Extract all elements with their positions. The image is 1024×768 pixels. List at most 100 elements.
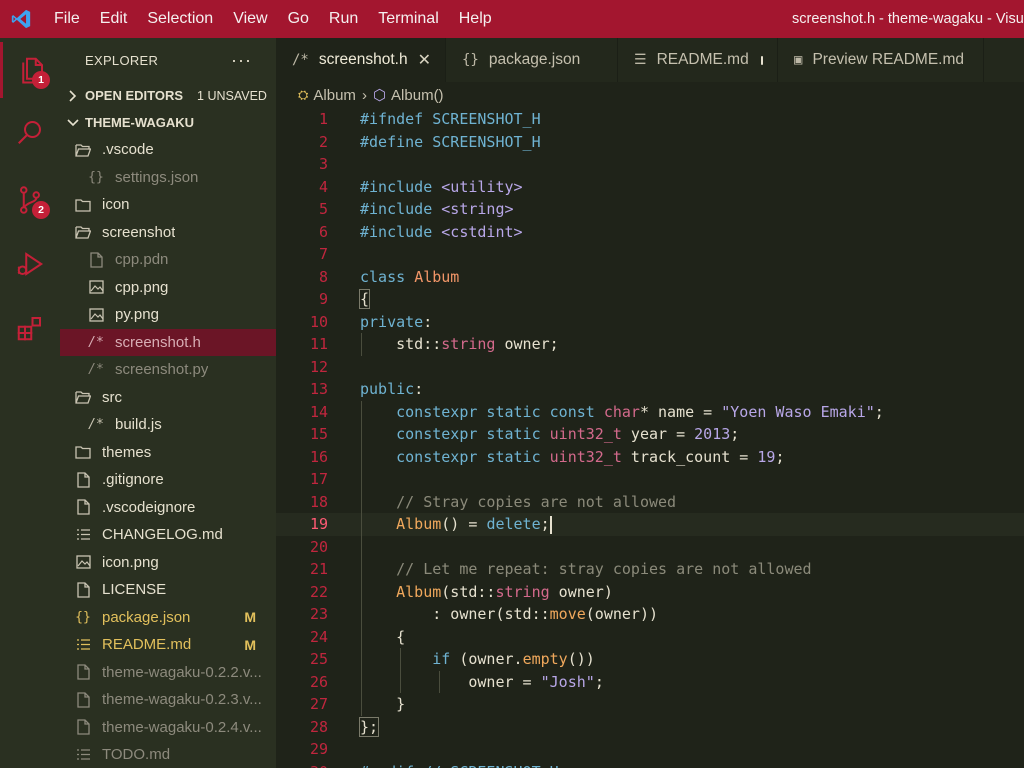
file-icon	[75, 472, 91, 488]
line-number: 13	[309, 380, 328, 398]
line-number: 12	[309, 357, 328, 376]
code-line: 13 public:	[276, 378, 1024, 401]
run-debug-activity[interactable]	[0, 236, 60, 292]
line-number: 21	[309, 560, 328, 578]
code-line: 18 // Stray copies are not allowed	[276, 490, 1024, 513]
code-line: 6 #include <cstdint>	[276, 221, 1024, 244]
close-icon[interactable]: ✕	[418, 50, 431, 70]
breadcrumb-class[interactable]: Album	[313, 87, 356, 104]
search-activity[interactable]	[0, 104, 60, 160]
tree-item-theme-wagaku-0-2-3-v[interactable]: theme-wagaku-0.2.3.v...	[60, 686, 276, 714]
tree-item-cpp-pdn[interactable]: cpp.pdn	[60, 246, 276, 274]
breadcrumb-separator-icon: ›	[361, 86, 367, 104]
tree-item-icon-png[interactable]: icon.png	[60, 549, 276, 577]
tree-item-license[interactable]: LICENSE	[60, 576, 276, 604]
tree-item-label: .vscodeignore	[102, 498, 196, 516]
menu-go[interactable]: Go	[278, 0, 319, 38]
tree-item-label: cpp.png	[115, 278, 169, 296]
code-token: <cstdint>	[441, 222, 523, 241]
tree-item--vscode[interactable]: .vscode	[60, 136, 276, 164]
code-token: <string>	[441, 200, 514, 218]
more-actions-icon[interactable]: ···	[231, 50, 252, 71]
line-number: 14	[309, 402, 328, 421]
source-control-badge: 2	[32, 201, 50, 219]
code-token: #endif // SCREENSHOT_H	[360, 763, 559, 768]
code-token: : owner(std::	[360, 605, 550, 623]
code-token: if	[432, 650, 451, 668]
line-number: 17	[309, 470, 328, 488]
code-token: ;	[540, 515, 550, 533]
tab-package-json[interactable]: {} package.json	[446, 38, 618, 82]
menu-selection[interactable]: Selection	[137, 0, 223, 38]
project-label: THEME-WAGAKU	[85, 115, 195, 130]
tree-item-settings-json[interactable]: {} settings.json	[60, 164, 276, 192]
tree-item--gitignore[interactable]: .gitignore	[60, 466, 276, 494]
menu-file[interactable]: File	[52, 0, 90, 38]
extensions-activity[interactable]	[0, 300, 60, 356]
line-number: 7	[318, 245, 328, 263]
tab-screenshot-h[interactable]: /* screenshot.h ✕	[276, 38, 446, 82]
menu-terminal[interactable]: Terminal	[368, 0, 448, 38]
tree-item-themes[interactable]: themes	[60, 439, 276, 467]
code-editor[interactable]: 1 #ifndef SCREENSHOT_H 2 #define SCREENSHOT…	[276, 108, 1024, 768]
code-line: 27 }	[276, 693, 1024, 716]
tree-item-label: screenshot.h	[115, 333, 201, 351]
unsaved-dot-icon[interactable]	[760, 55, 763, 65]
tree-item-screenshot[interactable]: screenshot	[60, 219, 276, 247]
code-text: #ifndef SCREENSHOT_H	[360, 108, 541, 131]
line-number: 11	[309, 335, 328, 353]
line-number: 27	[309, 695, 328, 713]
explorer-activity[interactable]: 1	[0, 42, 60, 98]
code-text: // Let me repeat: stray copies are not a…	[360, 558, 811, 581]
code-text: Album() = delete;	[360, 513, 552, 536]
tab-readme-md[interactable]: ☰ README.md	[618, 38, 778, 82]
code-line: 2 #define SCREENSHOT_H	[276, 131, 1024, 154]
code-text: class Album	[360, 266, 459, 289]
code-token: Album	[396, 515, 442, 533]
code-token: (owner.	[450, 650, 523, 668]
code-token: ;	[775, 447, 785, 466]
tree-item-todo-md[interactable]: TODO.md	[60, 741, 276, 768]
tree-item-package-json[interactable]: {} package.json M	[60, 604, 276, 632]
tree-item-screenshot-py[interactable]: /* screenshot.py	[60, 356, 276, 384]
tree-item-src[interactable]: src	[60, 384, 276, 412]
tree-item--vscodeignore[interactable]: .vscodeignore	[60, 494, 276, 522]
code-line: 19 Album() = delete;	[276, 513, 1024, 536]
search-icon	[18, 121, 41, 144]
tree-item-label: py.png	[115, 306, 159, 324]
code-token: Album	[396, 582, 442, 601]
menu-view[interactable]: View	[223, 0, 277, 38]
tree-item-theme-wagaku-0-2-2-v[interactable]: theme-wagaku-0.2.2.v...	[60, 659, 276, 687]
tree-item-label: package.json	[102, 608, 191, 626]
project-section[interactable]: THEME-WAGAKU	[60, 109, 276, 136]
tree-item-cpp-png[interactable]: cpp.png	[60, 274, 276, 302]
tree-item-icon[interactable]: icon	[60, 191, 276, 219]
code-line: 20	[276, 535, 1024, 558]
folder-open-icon	[75, 389, 91, 405]
tree-item-theme-wagaku-0-2-4-v[interactable]: theme-wagaku-0.2.4.v...	[60, 714, 276, 742]
tree-item-build-js[interactable]: /* build.js	[60, 411, 276, 439]
open-editors-section[interactable]: OPEN EDITORS 1 UNSAVED	[60, 82, 276, 109]
tree-item-changelog-md[interactable]: CHANGELOG.md	[60, 521, 276, 549]
source-control-activity[interactable]: 2	[0, 172, 60, 228]
code-line: 8 class Album	[276, 266, 1024, 289]
line-number: 3	[318, 155, 328, 173]
vscode-logo-icon[interactable]	[10, 8, 32, 30]
tree-item-readme-md[interactable]: README.md M	[60, 631, 276, 659]
code-text: {	[358, 288, 371, 311]
menu-help[interactable]: Help	[449, 0, 502, 38]
tab-preview-readme-md[interactable]: ▣ Preview README.md	[778, 38, 984, 82]
breadcrumb-method[interactable]: Album()	[391, 87, 444, 104]
file-icon	[75, 582, 91, 598]
code-text: #endif // SCREENSHOT_H	[360, 761, 559, 768]
code-line: 1 #ifndef SCREENSHOT_H	[276, 108, 1024, 131]
tree-item-py-png[interactable]: py.png	[60, 301, 276, 329]
code-line: 15 constexpr static uint32_t year = 2013…	[276, 423, 1024, 446]
code-token: #include	[360, 177, 442, 196]
tree-item-screenshot-h[interactable]: /* screenshot.h	[60, 328, 276, 356]
tree-item-label: settings.json	[115, 168, 199, 186]
folder-open-icon	[75, 224, 91, 240]
menu-edit[interactable]: Edit	[90, 0, 138, 38]
tab-file-icon: ☰	[634, 52, 647, 68]
menu-run[interactable]: Run	[319, 0, 368, 38]
